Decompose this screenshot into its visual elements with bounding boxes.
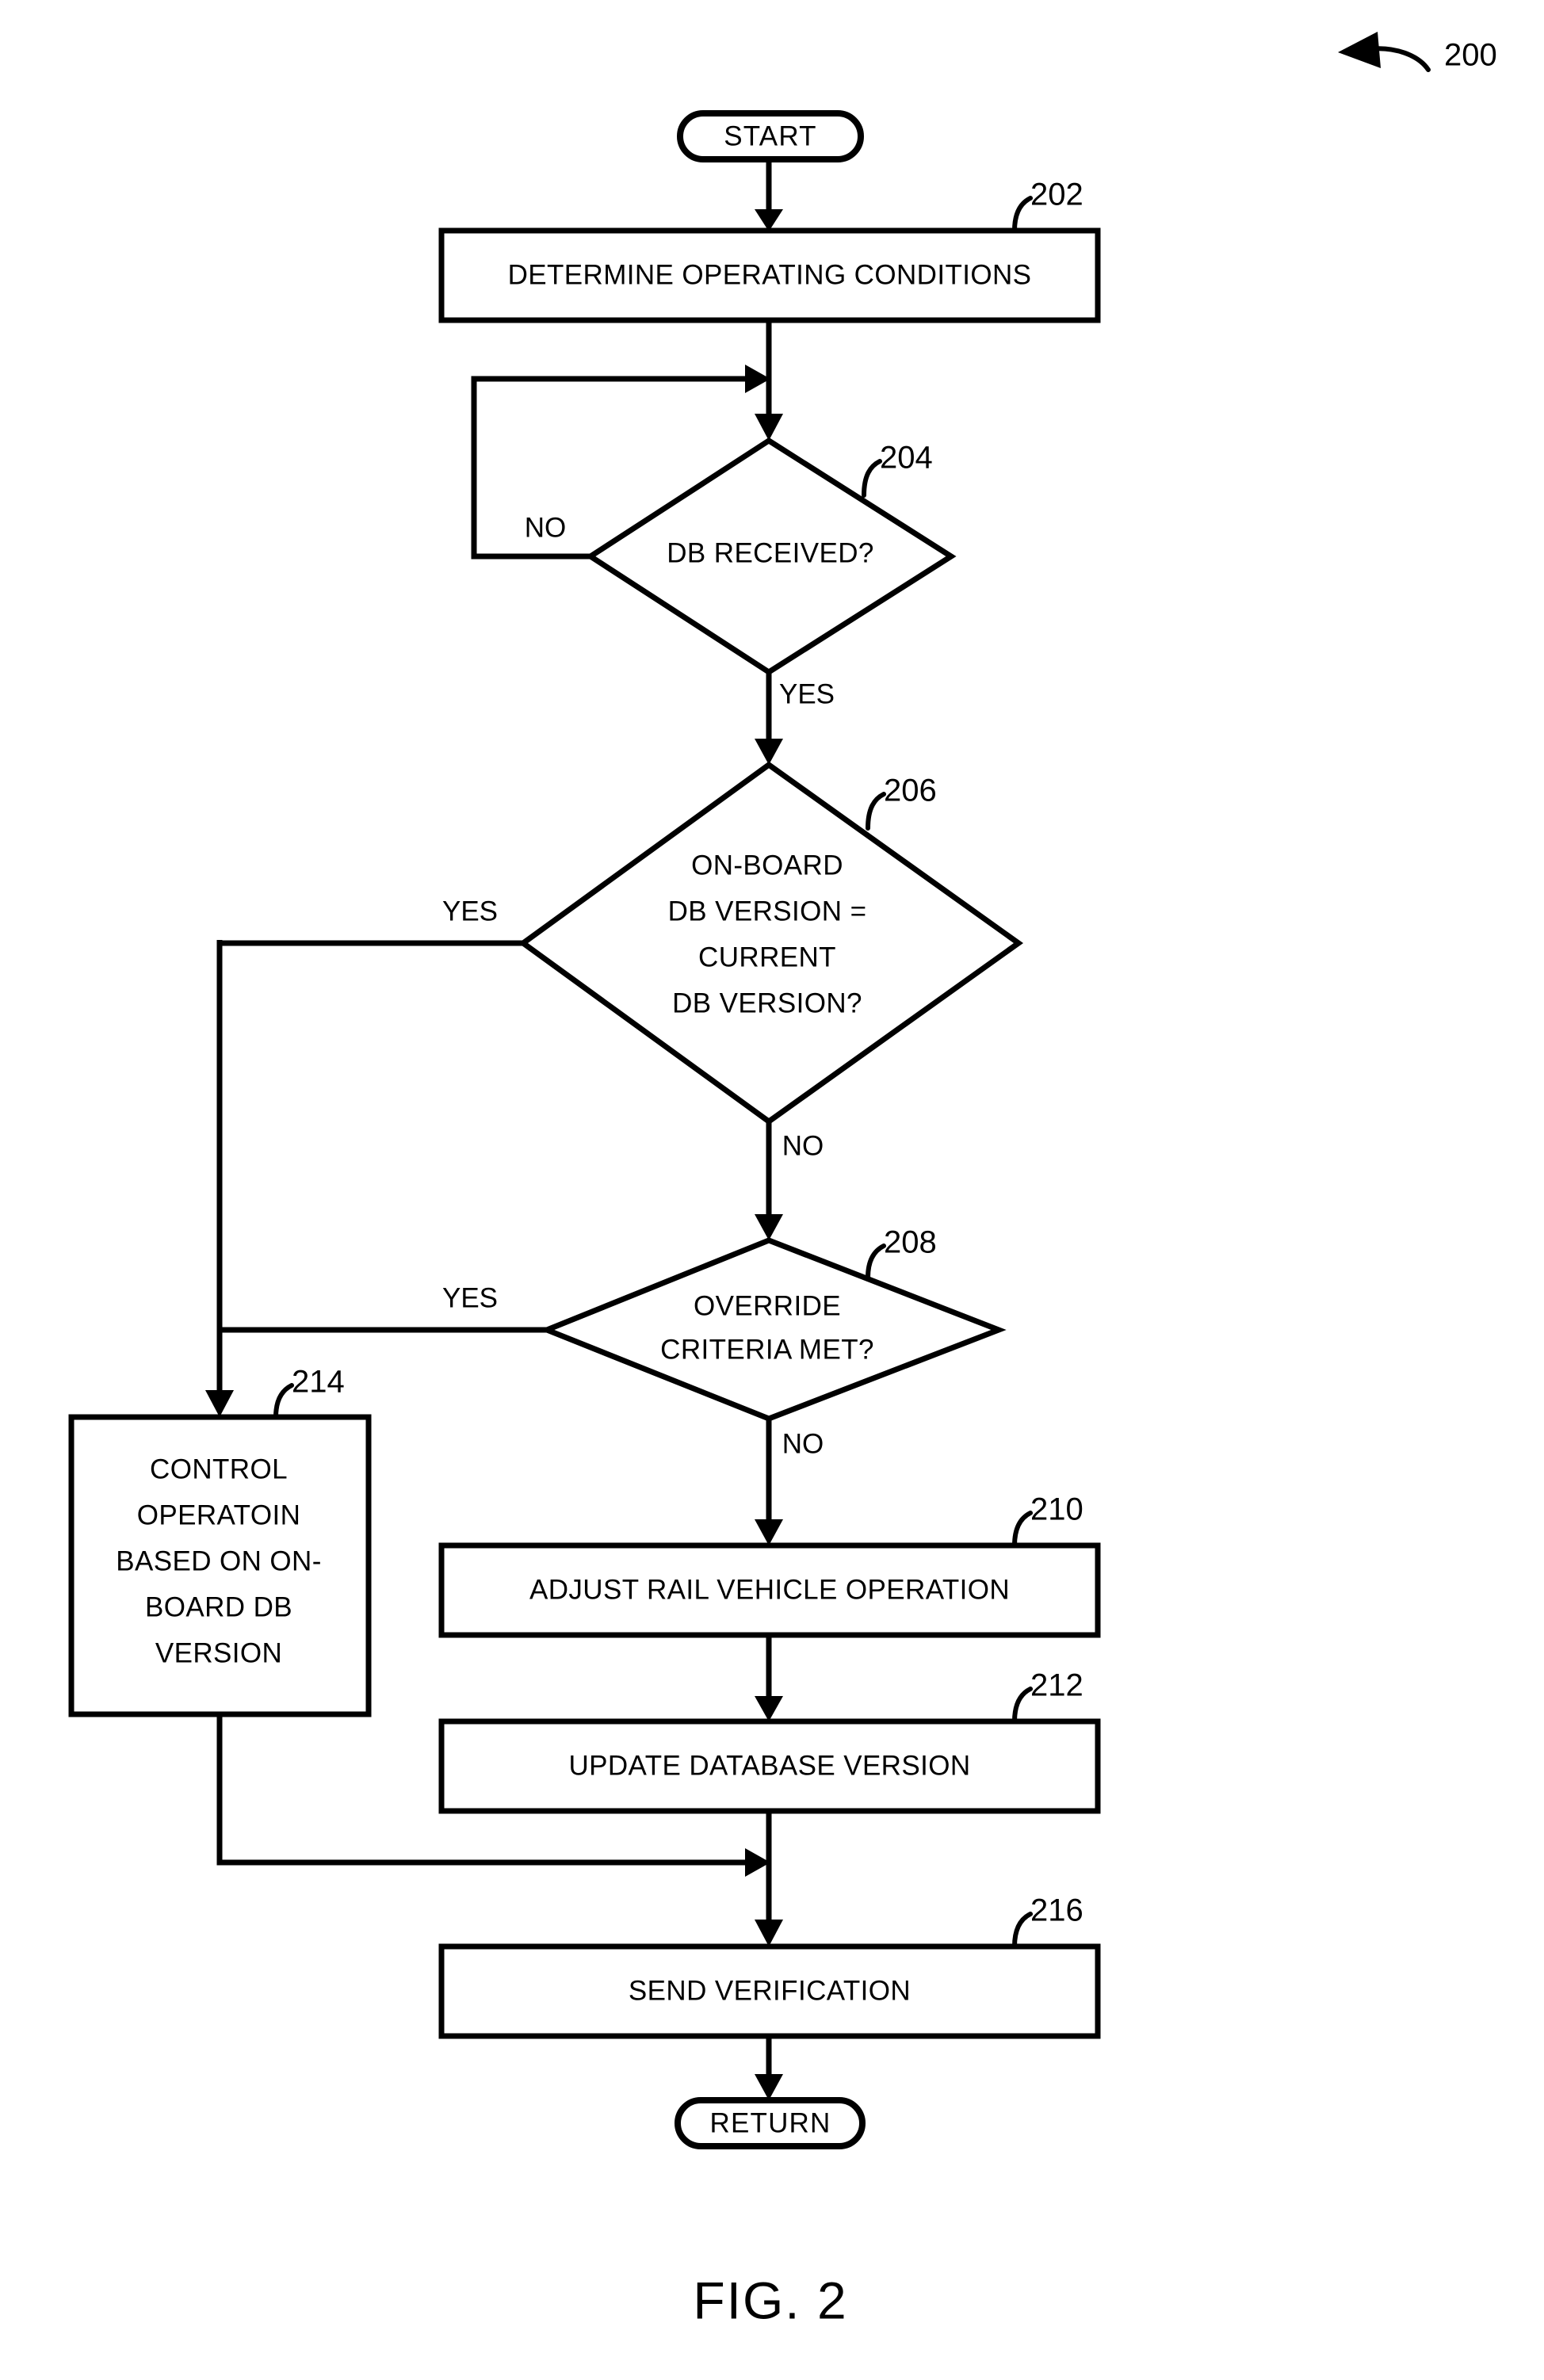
node-version-match[interactable]: ON-BOARD DB VERSION = CURRENT DB VERSION… xyxy=(518,761,1024,1125)
override-criteria-diamond xyxy=(539,1237,1007,1422)
version-match-line-4: DB VERSION? xyxy=(672,988,862,1018)
ref-callout-208: 208 xyxy=(866,1225,937,1280)
edge-208-no: NO xyxy=(755,1419,824,1545)
ref-callout-212: 212 xyxy=(1012,1668,1083,1724)
edge-216-to-return xyxy=(755,2036,783,2100)
control-operation-line-1: CONTROL xyxy=(150,1454,288,1484)
edge-202-arrowhead xyxy=(755,414,783,441)
ref-212-label: 212 xyxy=(1030,1668,1083,1703)
overall-ref-arrowhead xyxy=(1338,32,1381,68)
edge-206-no-arrowhead xyxy=(755,1214,783,1240)
node-db-received[interactable]: DB RECEIVED? xyxy=(585,437,957,676)
edge-216-arrowhead xyxy=(755,2074,783,2100)
override-criteria-line-1: OVERRIDE xyxy=(694,1290,841,1321)
control-operation-line-2: OPERATOIN xyxy=(137,1499,301,1530)
edge-210-arrowhead xyxy=(755,1696,783,1721)
ref-callout-204: 204 xyxy=(862,441,933,498)
edge-208-yes-label: YES xyxy=(442,1282,498,1313)
ref-216-curve xyxy=(1012,1912,1033,1949)
ref-callout-216: 216 xyxy=(1012,1893,1083,1949)
determine-conditions-label: DETERMINE OPERATING CONDITIONS xyxy=(508,259,1032,290)
ref-212-curve xyxy=(1012,1687,1033,1724)
node-update-database[interactable]: UPDATE DATABASE VERSION xyxy=(438,1718,1101,1814)
edge-204-no-label: NO xyxy=(525,512,567,543)
adjust-operation-label: ADJUST RAIL VEHICLE OPERATION xyxy=(529,1574,1010,1605)
edge-yes-merge-to-214 xyxy=(205,940,234,1417)
ref-210-label: 210 xyxy=(1030,1492,1083,1527)
return-label: RETURN xyxy=(709,2107,831,2138)
edge-start-to-202 xyxy=(755,159,783,231)
figure-caption: FIG. 2 xyxy=(693,2271,847,2329)
ref-216-label: 216 xyxy=(1030,1893,1083,1928)
overall-ref-label: 200 xyxy=(1444,38,1497,73)
edge-204-yes-label: YES xyxy=(779,678,835,709)
start-label: START xyxy=(724,120,817,151)
node-control-operation[interactable]: CONTROL OPERATOIN BASED ON ON- BOARD DB … xyxy=(68,1414,372,1717)
edge-208-no-label: NO xyxy=(782,1428,824,1459)
db-received-label: DB RECEIVED? xyxy=(667,537,874,568)
ref-callout-206: 206 xyxy=(866,774,937,831)
node-override-criteria[interactable]: OVERRIDE CRITERIA MET? xyxy=(539,1237,1007,1422)
ref-208-curve xyxy=(866,1243,886,1280)
edge-206-no-label: NO xyxy=(782,1130,824,1161)
ref-206-label: 206 xyxy=(884,774,937,808)
edge-210-to-212 xyxy=(755,1635,783,1721)
edge-212-arrowhead xyxy=(755,1920,783,1946)
ref-214-curve xyxy=(273,1383,294,1419)
version-match-line-1: ON-BOARD xyxy=(691,850,843,881)
node-return[interactable]: RETURN xyxy=(675,2097,866,2149)
version-match-line-2: DB VERSION = xyxy=(668,896,867,926)
edge-206-no: NO xyxy=(755,1121,824,1240)
ref-208-label: 208 xyxy=(884,1225,937,1260)
edge-204-yes: YES xyxy=(755,672,835,765)
ref-202-curve xyxy=(1012,196,1033,233)
node-start[interactable]: START xyxy=(677,110,864,162)
ref-204-label: 204 xyxy=(880,441,933,476)
overall-ref-callout: 200 xyxy=(1338,32,1497,73)
ref-214-label: 214 xyxy=(292,1365,345,1400)
send-verification-label: SEND VERIFICATION xyxy=(629,1975,911,2006)
ref-206-curve xyxy=(866,792,886,831)
edge-206-yes-label: YES xyxy=(442,896,498,926)
control-operation-line-3: BASED ON ON- xyxy=(116,1545,322,1576)
node-send-verification[interactable]: SEND VERIFICATION xyxy=(438,1943,1101,2039)
edge-208-no-arrowhead xyxy=(755,1519,783,1545)
flowchart-svg: 200 START DETERMINE OPERATING CONDITIONS… xyxy=(68,32,1497,2329)
edge-yes-merge-arrowhead xyxy=(205,1390,234,1417)
edge-204-yes-arrowhead xyxy=(755,739,783,765)
override-criteria-line-2: CRITERIA MET? xyxy=(660,1334,874,1365)
node-determine-operating-conditions[interactable]: DETERMINE OPERATING CONDITIONS xyxy=(438,227,1101,323)
version-match-line-3: CURRENT xyxy=(698,942,836,972)
edge-206-yes: YES xyxy=(220,896,523,946)
ref-callout-202: 202 xyxy=(1012,178,1083,233)
ref-204-curve xyxy=(862,459,882,498)
node-adjust-operation[interactable]: ADJUST RAIL VEHICLE OPERATION xyxy=(438,1542,1101,1638)
ref-callout-214: 214 xyxy=(273,1365,345,1419)
edge-212-to-216 xyxy=(755,1811,783,1946)
control-operation-line-4: BOARD DB xyxy=(145,1591,292,1622)
control-operation-line-5: VERSION xyxy=(155,1637,282,1668)
edge-208-yes: YES xyxy=(220,1282,547,1333)
figure-container: 200 START DETERMINE OPERATING CONDITIONS… xyxy=(0,0,1544,2380)
ref-202-label: 202 xyxy=(1030,178,1083,212)
update-database-label: UPDATE DATABASE VERSION xyxy=(568,1750,970,1781)
ref-callout-210: 210 xyxy=(1012,1492,1083,1548)
ref-210-curve xyxy=(1012,1511,1033,1548)
